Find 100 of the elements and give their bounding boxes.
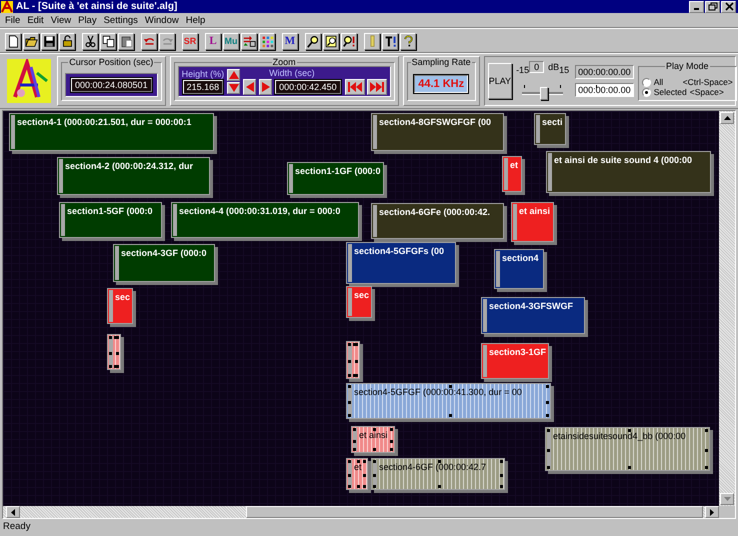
clip-block[interactable]: section1-1GF (000:0 (287, 162, 384, 195)
clip-label: section4-6GF (000:00:42.7 (379, 462, 486, 472)
clip-block[interactable]: section4-8GFSWGFGF (00 (371, 113, 504, 151)
increase-button[interactable] (227, 69, 240, 81)
magnifier-page-button[interactable] (323, 32, 339, 50)
clip-block[interactable]: sec (107, 288, 134, 324)
status-text: Ready (3, 521, 30, 532)
decrease-button[interactable] (227, 82, 240, 94)
clip-label: etainsidesuitesound4_bb (000:00 (553, 431, 686, 441)
scroll-left-button[interactable] (6, 506, 20, 518)
scroll-up-button[interactable] (720, 112, 734, 124)
clip-block[interactable]: sec (346, 286, 372, 318)
clip-block[interactable]: section4-3GF (000:0 (113, 244, 215, 282)
menu-item[interactable]: Settings (100, 14, 141, 26)
clip-block[interactable]: section4-2 (000:00:24.312, dur (57, 157, 210, 195)
clip-label: et ainsi de suite sound 4 (000:00 (554, 155, 692, 165)
radio-label[interactable]: All (654, 77, 680, 87)
clip-label: section4-3GFSWGF (489, 301, 574, 311)
scroll-thumb[interactable] (246, 506, 703, 518)
left-button[interactable] (243, 79, 256, 95)
shortcut-label: <Ctrl-Space> (682, 77, 733, 87)
toolbar-button[interactable]: M (282, 32, 298, 50)
last-button[interactable] (366, 79, 387, 95)
clip-block[interactable]: et ainsi (351, 426, 395, 453)
menu-item[interactable]: Edit (24, 14, 47, 26)
sampling-rate-value: 44.1 KHz (414, 75, 468, 93)
menu-item[interactable]: Play (75, 14, 100, 26)
clip-block[interactable]: et ainsi (511, 202, 554, 242)
clip-block[interactable] (346, 341, 360, 379)
clip-block[interactable]: etainsidesuitesound4_bb (000:00 (545, 427, 710, 471)
clip-block[interactable]: et (346, 458, 368, 490)
document-button[interactable] (5, 32, 21, 50)
group-label: Play Mode (664, 61, 710, 71)
lock-icon (60, 34, 74, 48)
tools-button[interactable] (382, 32, 398, 50)
end-time-field[interactable]: 000:00:00.00 (575, 83, 634, 97)
arrows-icon (242, 34, 256, 48)
cursor-position-field[interactable]: 000:00:24.080501 (71, 78, 152, 92)
radio-button[interactable] (642, 78, 651, 86)
clip-block[interactable] (107, 334, 121, 370)
height-field[interactable]: 215.168 (182, 80, 224, 94)
clip-block[interactable]: section4-3GFSWGF (481, 297, 585, 334)
down-arrow-icon (724, 497, 730, 501)
clip-block[interactable]: et (502, 156, 522, 192)
clip-block[interactable]: section1-5GF (000:0 (59, 202, 162, 238)
menu-item[interactable]: File (2, 14, 24, 26)
close-button[interactable] (721, 0, 736, 12)
left-arrow-icon (11, 508, 15, 516)
disk-button[interactable] (41, 32, 57, 50)
skip-forward-icon (370, 82, 384, 92)
grid-icon (260, 34, 274, 48)
clip-label: section4 (502, 253, 539, 263)
magnifier-icon (306, 34, 320, 48)
clip-label: section4-1 (000:00:21.501, dur = 000:00:1 (17, 117, 192, 127)
undo-button[interactable] (141, 32, 157, 50)
width-label: Width (sec) (269, 68, 315, 78)
scissors-button[interactable] (82, 32, 98, 50)
clip-block[interactable]: section3-1GF (481, 343, 550, 379)
db-field[interactable]: 0 (529, 61, 544, 73)
lock-button[interactable] (59, 32, 75, 50)
start-time-field[interactable]: 000:00:00.00 (575, 65, 634, 79)
clip-label: section4-4 (000:00:31.019, dur = 000:0 (179, 206, 340, 216)
scroll-right-button[interactable] (705, 506, 719, 518)
help-icon (402, 34, 414, 48)
radio-button[interactable] (642, 88, 651, 96)
toolbar-button[interactable]: L (205, 32, 221, 50)
clip-block[interactable]: section4-5GFGFs (00 (346, 242, 456, 284)
clip-block[interactable]: section4-6GF (000:00:42.7 (371, 458, 505, 490)
copy-button[interactable] (100, 32, 116, 50)
grid-button[interactable] (259, 32, 275, 50)
clip-block[interactable]: section4-1 (000:00:21.501, dur = 000:00:1 (9, 113, 214, 151)
clip-block[interactable]: et ainsi de suite sound 4 (000:00 (546, 151, 711, 193)
width-field[interactable]: 000:00:42.450 (275, 80, 341, 94)
scroll-down-button[interactable] (720, 493, 734, 505)
restore-button[interactable] (705, 0, 720, 12)
menu-item[interactable]: View (48, 14, 74, 26)
clip-block[interactable]: section4-4 (000:00:31.019, dur = 000:0 (171, 202, 359, 238)
clip-block[interactable]: section4-6GFe (000:00:42. (371, 203, 504, 239)
play-button[interactable]: PLAY (488, 63, 512, 99)
arrows-button[interactable] (241, 32, 257, 50)
clip-label: section1-1GF (000:0 (295, 166, 381, 176)
menu-item[interactable]: Window (142, 14, 182, 26)
magnifier-button[interactable] (305, 32, 321, 50)
magnifier-exclamation-button[interactable] (341, 32, 357, 50)
help-button[interactable] (400, 32, 416, 50)
radio-label[interactable]: Selected (654, 87, 687, 97)
slider-thumb[interactable] (540, 87, 548, 100)
clipboard-button[interactable] (118, 32, 134, 50)
clip-block[interactable]: section4 (494, 249, 544, 289)
clip-label: et (354, 462, 362, 472)
clip-block[interactable]: section4-5GFGF (000:00:41.300, dur = 00 (346, 383, 551, 419)
minimize-button[interactable] (689, 0, 704, 12)
clip-block[interactable]: secti (534, 113, 566, 145)
folder-button[interactable] (23, 32, 39, 50)
redo-button[interactable] (159, 32, 175, 50)
first-button[interactable] (344, 79, 365, 95)
document-icon (6, 34, 20, 48)
right-button[interactable] (259, 79, 272, 95)
menu-item[interactable]: Help (182, 14, 208, 26)
app-icon (1, 0, 13, 12)
